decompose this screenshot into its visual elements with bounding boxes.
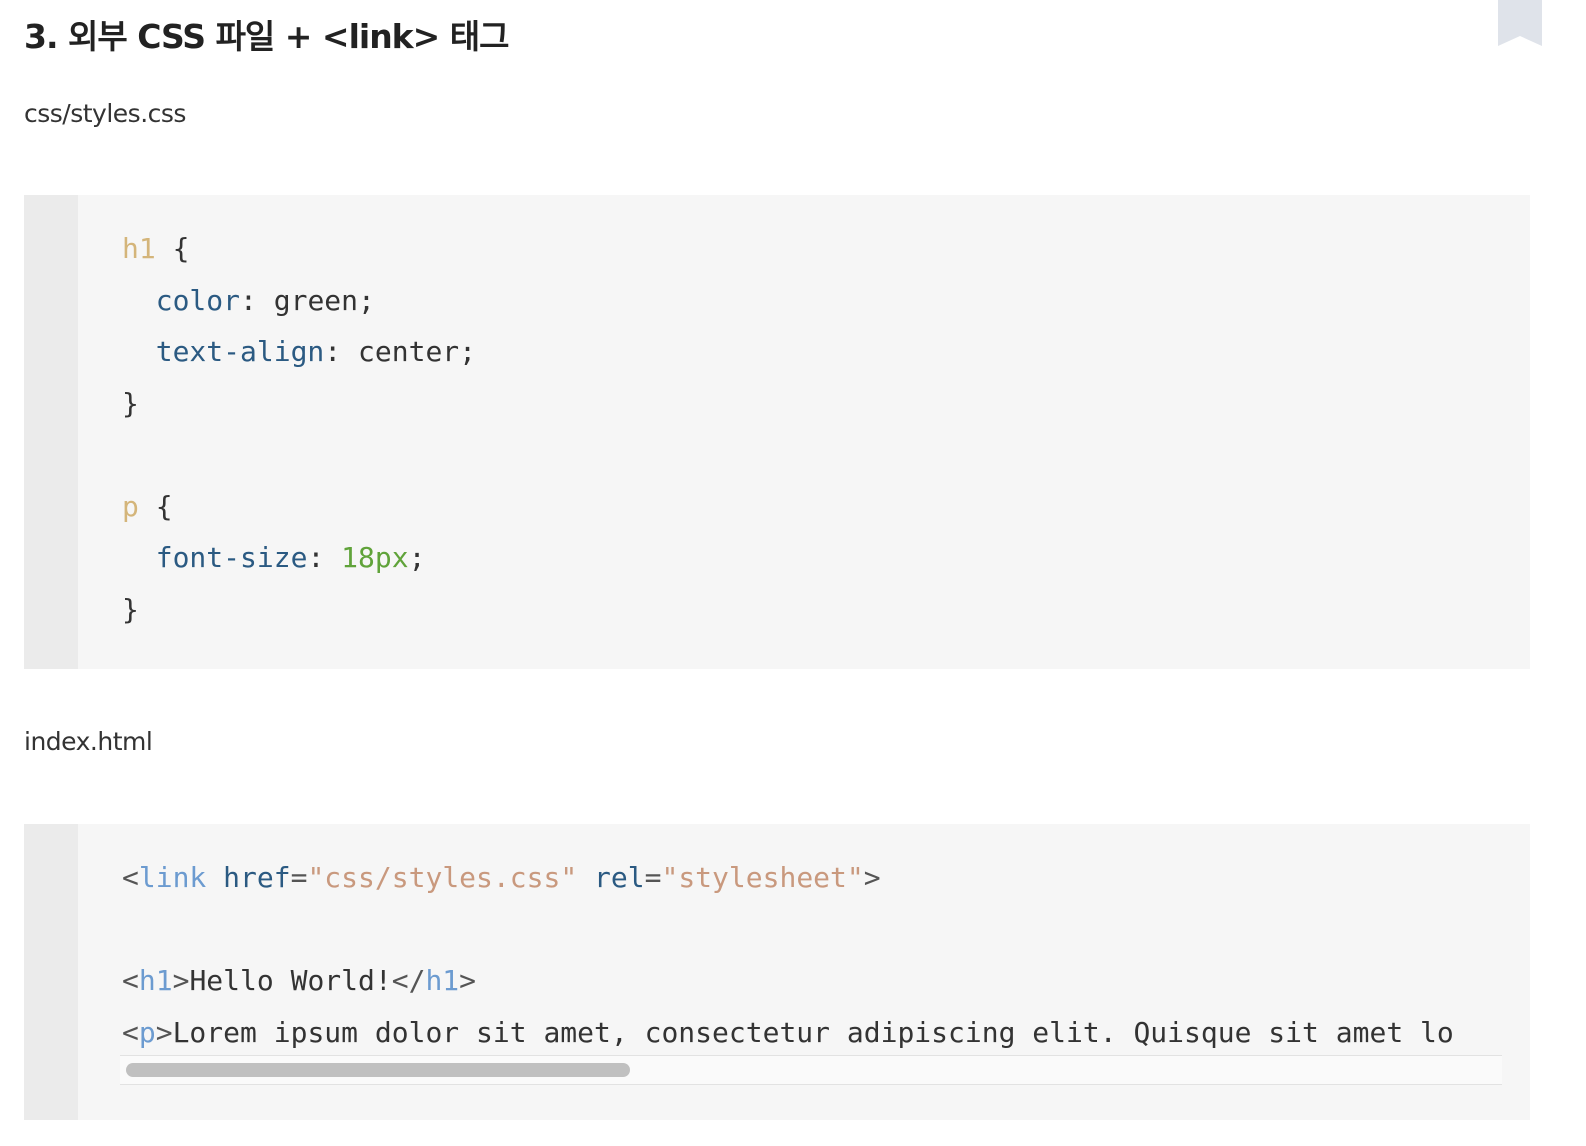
code-line: } — [122, 584, 476, 636]
code-token: p — [138, 1015, 156, 1049]
code-token: Hello World! — [189, 964, 392, 997]
html-code-block[interactable]: <link href="css/styles.css" rel="stylesh… — [24, 824, 1530, 1120]
code-token: } — [122, 386, 139, 420]
line-number-gutter — [24, 824, 78, 1120]
code-token: { — [138, 489, 173, 523]
code-line: <p>Lorem ipsum dolor sit amet, consectet… — [122, 1007, 1502, 1059]
code-token: = — [290, 861, 308, 894]
code-token: 18px — [341, 541, 409, 574]
html-file-label: index.html — [24, 727, 153, 756]
code-token: : center; — [324, 335, 477, 368]
css-file-label: css/styles.css — [24, 99, 186, 128]
code-line: <h1>Hello World!</h1> — [122, 955, 1502, 1007]
code-token: p — [122, 489, 139, 523]
code-token: Lorem ipsum dolor sit amet, consectetur … — [172, 1015, 1454, 1049]
code-token: h1 — [138, 964, 173, 997]
horizontal-scrollbar[interactable] — [120, 1055, 1502, 1085]
code-token: : — [307, 541, 342, 574]
code-line: color: green; — [122, 275, 476, 327]
code-token: > — [863, 861, 881, 894]
bookmark-icon[interactable] — [1498, 0, 1542, 46]
code-token: { — [155, 232, 190, 265]
code-token: = — [644, 861, 662, 894]
code-token: ; — [408, 541, 426, 574]
code-token: color — [155, 283, 241, 317]
code-token: h1 — [122, 232, 156, 265]
code-token: > — [459, 964, 477, 997]
code-token: rel — [594, 861, 645, 894]
code-token: href — [223, 861, 291, 894]
code-token: < — [122, 964, 139, 997]
code-token: > — [172, 964, 190, 997]
code-token: "stylesheet" — [661, 861, 864, 894]
code-line: font-size: 18px; — [122, 532, 476, 584]
code-line: text-align: center; — [122, 326, 476, 378]
line-number-gutter — [24, 195, 78, 669]
code-token: > — [155, 1015, 173, 1049]
code-token: } — [122, 592, 139, 626]
code-line: p { — [122, 481, 476, 533]
code-token: "css/styles.css" — [307, 861, 578, 894]
code-token: < — [122, 861, 139, 894]
section-heading: 3. 외부 CSS 파일 + <link> 태그 — [24, 17, 509, 56]
code-line: <link href="css/styles.css" rel="stylesh… — [122, 852, 1502, 904]
code-token: link — [138, 861, 207, 894]
code-line: h1 { — [122, 223, 476, 275]
code-token: h1 — [425, 964, 460, 997]
code-line: } — [122, 378, 476, 430]
css-code[interactable]: h1 { color: green; text-align: center;} … — [122, 223, 476, 635]
code-token: </ — [391, 964, 426, 997]
code-token: < — [122, 1015, 139, 1049]
code-token: font-size — [155, 541, 308, 574]
scrollbar-thumb[interactable] — [126, 1063, 630, 1077]
code-token: text-align — [155, 335, 325, 368]
code-token: : green; — [240, 283, 375, 317]
css-code-block[interactable]: h1 { color: green; text-align: center;} … — [24, 195, 1530, 669]
html-code[interactable]: <link href="css/styles.css" rel="stylesh… — [122, 852, 1502, 1058]
